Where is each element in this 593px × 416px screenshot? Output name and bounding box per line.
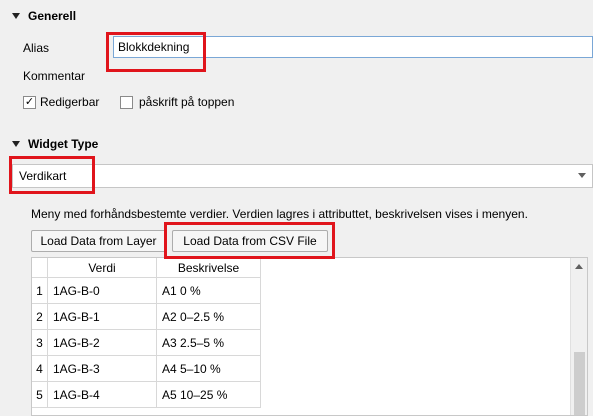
verdi-cell[interactable]: 1AG-B-2 xyxy=(48,330,157,356)
verdi-cell[interactable]: 1AG-B-4 xyxy=(48,382,157,408)
chevron-down-icon xyxy=(578,173,586,178)
column-header-beskrivelse[interactable]: Beskrivelse xyxy=(157,258,261,278)
paskrift-label: påskrift på toppen xyxy=(139,95,235,109)
kommentar-label: Kommentar xyxy=(23,69,86,83)
load-from-csv-label: Load Data from CSV File xyxy=(183,234,317,248)
value-map-table[interactable]: Verdi Beskrivelse 1 1AG-B-0 A1 0 % 2 1AG… xyxy=(31,257,588,416)
widget-type-section-header[interactable]: Widget Type xyxy=(12,137,98,151)
load-from-layer-label: Load Data from Layer xyxy=(40,234,157,248)
scroll-up-arrow-icon[interactable] xyxy=(575,264,583,269)
load-from-layer-button[interactable]: Load Data from Layer xyxy=(31,230,166,252)
widget-description: Meny med forhåndsbestemte verdier. Verdi… xyxy=(31,207,528,221)
verdi-cell[interactable]: 1AG-B-1 xyxy=(48,304,157,330)
corner-cell xyxy=(32,258,48,278)
row-number: 3 xyxy=(32,330,48,356)
redigerbar-checkbox[interactable]: ✓ xyxy=(23,95,36,109)
collapse-triangle-icon xyxy=(12,141,20,147)
generell-section-header[interactable]: Generell xyxy=(12,9,76,23)
row-number: 5 xyxy=(32,382,48,408)
row-number: 1 xyxy=(32,278,48,304)
verdi-cell[interactable]: 1AG-B-3 xyxy=(48,356,157,382)
redigerbar-checkbox-row[interactable]: ✓ Redigerbar xyxy=(23,95,99,109)
beskrivelse-cell[interactable]: A4 5–10 % xyxy=(157,356,261,382)
load-from-csv-button[interactable]: Load Data from CSV File xyxy=(172,230,328,252)
alias-input-value: Blokkdekning xyxy=(118,40,190,54)
table-scrollbar[interactable] xyxy=(570,258,587,415)
scrollbar-thumb[interactable] xyxy=(574,352,585,415)
redigerbar-label: Redigerbar xyxy=(40,95,100,109)
widget-type-combobox[interactable]: Verdikart xyxy=(12,164,593,188)
beskrivelse-cell[interactable]: A3 2.5–5 % xyxy=(157,330,261,356)
generell-header-label: Generell xyxy=(28,9,77,23)
table-header: Verdi Beskrivelse xyxy=(32,258,587,278)
beskrivelse-cell[interactable]: A1 0 % xyxy=(157,278,261,304)
paskrift-checkbox-row[interactable]: påskrift på toppen xyxy=(120,95,234,109)
column-header-verdi[interactable]: Verdi xyxy=(48,258,157,278)
beskrivelse-cell[interactable]: A2 0–2.5 % xyxy=(157,304,261,330)
paskrift-checkbox[interactable] xyxy=(120,95,133,109)
widget-type-selected: Verdikart xyxy=(19,169,67,183)
verdi-cell[interactable]: 1AG-B-0 xyxy=(48,278,157,304)
collapse-triangle-icon xyxy=(12,13,20,19)
alias-input[interactable]: Blokkdekning xyxy=(113,36,593,58)
widget-type-header-label: Widget Type xyxy=(28,137,99,151)
row-number: 4 xyxy=(32,356,48,382)
row-number: 2 xyxy=(32,304,48,330)
alias-label: Alias xyxy=(23,41,50,55)
beskrivelse-cell[interactable]: A5 10–25 % xyxy=(157,382,261,408)
